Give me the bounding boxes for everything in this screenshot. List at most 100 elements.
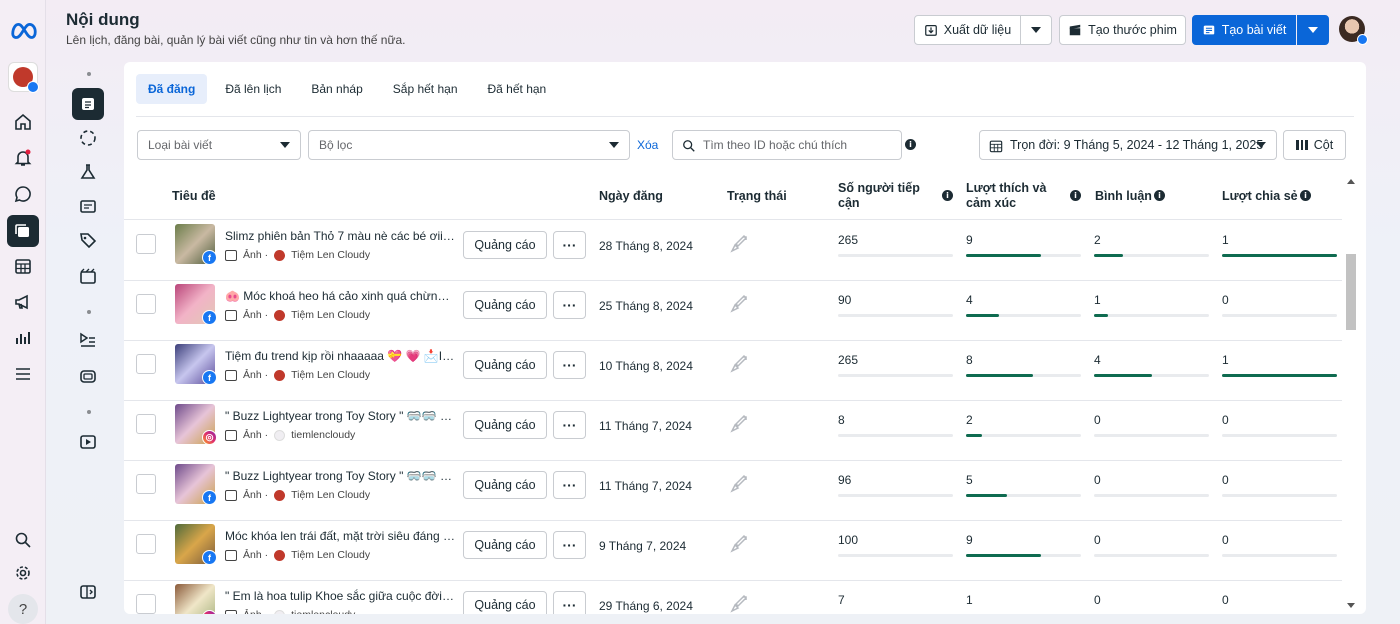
post-title[interactable]: Slimz phiên bản Thỏ 7 màu nè các bé ơiii… <box>225 229 455 243</box>
date-range-select[interactable]: Trọn đời: 9 Tháng 5, 2024 - 12 Tháng 1, … <box>979 130 1277 160</box>
user-avatar[interactable] <box>1339 16 1368 45</box>
posts-reels-icon[interactable] <box>72 88 104 120</box>
facebook-icon: f <box>202 370 217 385</box>
media-type: Ảnh · <box>243 489 269 501</box>
insights-icon[interactable] <box>9 324 37 352</box>
metric-shares: 1 <box>1222 233 1337 257</box>
boost-ad-button[interactable]: Quảng cáo <box>463 411 547 439</box>
clear-filter-link[interactable]: Xóa <box>637 138 658 152</box>
series-icon[interactable] <box>74 362 102 390</box>
boost-ad-button[interactable]: Quảng cáo <box>463 591 547 614</box>
help-icon[interactable]: ? <box>8 594 38 624</box>
post-title[interactable]: " Buzz Lightyear trong Toy Story " 🥽🥽 Đâ… <box>225 409 455 423</box>
info-icon[interactable]: i <box>1154 190 1165 201</box>
ads-megaphone-icon[interactable] <box>9 288 37 316</box>
post-title[interactable]: " Buzz Lightyear trong Toy Story " 🥽🥽 Đâ… <box>225 469 455 483</box>
planner-icon[interactable] <box>9 252 37 280</box>
tab-published[interactable]: Đã đăng <box>136 74 208 104</box>
info-icon[interactable]: i <box>1300 190 1311 201</box>
tab-scheduled[interactable]: Đã lên lịch <box>213 74 293 104</box>
metric-comments: 4 <box>1094 353 1209 377</box>
boost-ad-button[interactable]: Quảng cáo <box>463 291 547 319</box>
column-status[interactable]: Trạng thái <box>727 189 787 204</box>
boost-ad-button[interactable]: Quảng cáo <box>463 471 547 499</box>
row-checkbox[interactable] <box>136 594 156 614</box>
content-icon[interactable] <box>7 215 39 247</box>
more-options-button[interactable]: ··· <box>553 411 586 439</box>
post-title[interactable]: Tiệm đu trend kịp rồi nhaaaaa 💝 💗 📩Inb..… <box>225 349 455 363</box>
create-reel-button[interactable]: Tạo thước phim <box>1059 15 1186 45</box>
column-shares[interactable]: Lượt chia sẻ <box>1222 189 1298 204</box>
page-header: Nội dung Lên lịch, đăng bài, quản lý bài… <box>66 10 406 47</box>
section-dot <box>87 410 91 414</box>
messages-icon[interactable] <box>9 180 37 208</box>
collapse-panel-icon[interactable] <box>74 578 102 606</box>
column-title[interactable]: Tiêu đề <box>172 189 216 204</box>
boost-ad-button[interactable]: Quảng cáo <box>463 531 547 559</box>
row-checkbox[interactable] <box>136 234 156 254</box>
more-options-button[interactable]: ··· <box>553 531 586 559</box>
create-post-dropdown-button[interactable] <box>1297 15 1329 45</box>
stories-icon[interactable] <box>74 124 102 152</box>
boost-ad-button[interactable]: Quảng cáo <box>463 351 547 379</box>
vertical-scrollbar[interactable] <box>1344 174 1358 614</box>
search-input[interactable]: Tìm theo ID hoặc chú thích <box>672 130 902 160</box>
search-icon[interactable] <box>9 526 37 554</box>
instagram-icon: ◎ <box>202 430 217 445</box>
metric-value: 1 <box>1222 233 1229 247</box>
playlists-icon[interactable] <box>74 326 102 354</box>
more-options-button[interactable]: ··· <box>553 231 586 259</box>
post-title[interactable]: Móc khóa len trái đất, mặt trời siêu đán… <box>225 529 455 543</box>
filter-placeholder: Bộ lọc <box>319 138 353 152</box>
table-header: Tiêu đề Ngày đăng Trạng thái Số người ti… <box>124 174 1342 220</box>
notifications-icon[interactable] <box>9 144 37 172</box>
post-title[interactable]: " Em là hoa tulip Khoe sắc giữa cuộc đời… <box>225 589 455 603</box>
tab-expiring[interactable]: Sắp hết hạn <box>381 74 470 104</box>
metric-bar-fill <box>1222 254 1337 257</box>
row-checkbox[interactable] <box>136 534 156 554</box>
tab-expired[interactable]: Đã hết hạn <box>476 74 559 104</box>
row-checkbox[interactable] <box>136 474 156 494</box>
post-type-select[interactable]: Loại bài viết <box>137 130 301 160</box>
mentions-icon[interactable] <box>74 192 102 220</box>
tab-drafts[interactable]: Bản nháp <box>299 74 374 104</box>
column-date[interactable]: Ngày đăng <box>599 189 663 204</box>
more-options-button[interactable]: ··· <box>553 291 586 319</box>
clips-icon[interactable] <box>74 262 102 290</box>
video-library-icon[interactable] <box>74 428 102 456</box>
export-data-button[interactable]: Xuất dữ liệu <box>914 15 1021 45</box>
column-reach[interactable]: Số người tiếp cận <box>838 181 926 211</box>
photo-icon <box>225 489 237 501</box>
column-reactions[interactable]: Lượt thích và cảm xúc <box>966 181 1054 211</box>
column-comments[interactable]: Bình luận <box>1095 189 1152 204</box>
more-options-button[interactable]: ··· <box>553 591 586 614</box>
meta-logo-icon[interactable] <box>9 16 39 44</box>
page-avatar-icon <box>274 249 286 261</box>
more-options-button[interactable]: ··· <box>553 471 586 499</box>
info-icon[interactable]: i <box>905 139 916 150</box>
columns-button[interactable]: Cột <box>1283 130 1346 160</box>
chevron-down-icon <box>1031 27 1041 33</box>
create-post-button[interactable]: Tạo bài viết <box>1192 15 1296 45</box>
scrollbar-thumb[interactable] <box>1346 254 1356 330</box>
ab-tests-flask-icon[interactable] <box>74 158 102 186</box>
post-title[interactable]: 🐽 Móc khoá heo há cảo xinh quá chừng lu.… <box>225 289 455 303</box>
boost-ad-button[interactable]: Quảng cáo <box>463 231 547 259</box>
info-icon[interactable]: i <box>1070 190 1081 201</box>
tags-icon[interactable] <box>74 226 102 254</box>
row-checkbox[interactable] <box>136 354 156 374</box>
page-title: Nội dung <box>66 10 140 29</box>
table-row: f Slimz phiên bản Thỏ 7 màu nè các bé ơi… <box>124 221 1342 281</box>
row-checkbox[interactable] <box>136 294 156 314</box>
page-avatar[interactable] <box>8 62 39 93</box>
menu-icon[interactable] <box>9 360 37 388</box>
home-icon[interactable] <box>9 108 37 136</box>
content-sub-nav <box>68 64 108 624</box>
row-checkbox[interactable] <box>136 414 156 434</box>
export-dropdown-button[interactable] <box>1020 15 1052 45</box>
info-icon[interactable]: i <box>942 190 953 201</box>
metric-value: 0 <box>1222 293 1229 307</box>
settings-gear-icon[interactable] <box>9 559 37 587</box>
filter-select[interactable]: Bộ lọc <box>308 130 630 160</box>
more-options-button[interactable]: ··· <box>553 351 586 379</box>
